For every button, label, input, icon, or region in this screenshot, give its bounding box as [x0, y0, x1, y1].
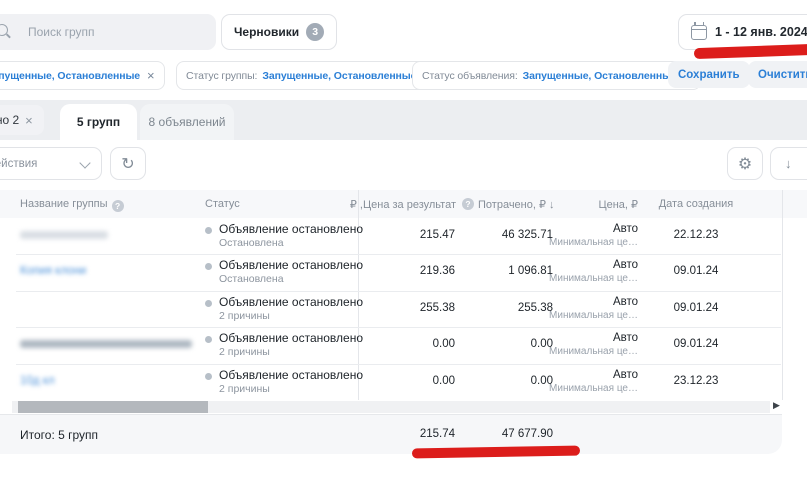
table-row[interactable]: Копия клони Объявление остановлено Остан… — [0, 254, 807, 290]
created-date: 09.01.24 — [650, 302, 742, 314]
filter-chip-campaign-status[interactable]: Запущенные, Остановленные × — [0, 61, 165, 90]
table-header: Название группы? Статус Цена за результа… — [0, 190, 807, 218]
filter-chip-label: Статус объявления: — [422, 70, 518, 82]
red-marker-totals-underline — [412, 446, 580, 459]
filter-chip-value: Запущенные, Остановленные — [262, 70, 416, 82]
totals-label: Итого: 5 групп — [20, 428, 98, 442]
download-icon: ↓ — [785, 156, 792, 171]
search-input[interactable] — [0, 14, 216, 50]
settings-button[interactable]: ⚙ — [727, 147, 763, 180]
table-row[interactable]: Объявление остановлено 2 причины 255.38 … — [0, 291, 807, 327]
cost-per-result-value: 0.00 — [360, 375, 455, 387]
price-value: Авто — [545, 223, 638, 235]
clear-filters-button[interactable]: Очистить — [748, 61, 807, 88]
close-icon[interactable]: × — [147, 69, 155, 82]
created-date: 23.12.23 — [650, 375, 742, 387]
price-value: Авто — [545, 369, 638, 381]
totals-cost-per-result: 215.74 — [360, 428, 455, 440]
filter-chip-label: Статус группы: — [186, 70, 257, 82]
status-text: Объявление остановлено — [219, 368, 363, 382]
created-date: 22.12.23 — [650, 229, 742, 241]
horizontal-scrollbar-thumb[interactable] — [18, 401, 208, 413]
redacted-group-name[interactable] — [20, 340, 192, 348]
ads-manager-screen: Черновики 3 1 - 12 янв. 2024 Запущенные,… — [0, 0, 807, 487]
totals-row: Итого: 5 групп 215.74 47 677.90 — [0, 414, 782, 454]
price-strategy: Минимальная це… — [535, 346, 638, 357]
status-sub-text: Остановлена — [219, 273, 284, 285]
col-header-status[interactable]: Статус — [205, 198, 240, 210]
created-date: 09.01.24 — [650, 338, 742, 350]
col-header-created[interactable]: Дата создания — [650, 198, 742, 210]
price-strategy: Минимальная це… — [535, 310, 638, 321]
scroll-right-icon[interactable]: ▶ — [773, 400, 780, 411]
filter-chip-group-status[interactable]: Статус группы: Запущенные, Остановленные… — [176, 61, 441, 90]
totals-spent: 47 677.90 — [460, 428, 553, 440]
help-icon: ? — [462, 198, 474, 210]
status-dot-icon — [205, 373, 212, 380]
status-dot-icon — [205, 263, 212, 270]
chevron-down-icon — [79, 157, 90, 168]
cost-per-result-value: 215.47 — [360, 229, 455, 241]
filter-chip-ad-status[interactable]: Статус объявления: Запущенные, Остановле… — [412, 61, 701, 90]
refresh-icon: ↻ — [121, 154, 134, 174]
tab-ads[interactable]: 8 объявлений — [140, 104, 234, 140]
selection-chip-label: Выбрано 2 — [0, 113, 19, 127]
sort-desc-icon: ↓ — [549, 199, 555, 211]
status-dot-icon — [205, 336, 212, 343]
group-name-link[interactable]: 10д кл — [20, 375, 55, 387]
close-icon[interactable]: × — [25, 113, 33, 128]
col-header-spent[interactable]: Потрачено, ₽ ↓ — [478, 198, 555, 211]
price-value: Авто — [545, 259, 638, 271]
help-icon: ? — [112, 200, 124, 212]
status-text: Объявление остановлено — [219, 295, 363, 309]
calendar-icon — [691, 25, 707, 40]
date-range-value: 1 - 12 янв. 2024 — [715, 25, 807, 39]
gear-icon: ⚙ — [738, 154, 752, 174]
table-row[interactable]: Объявление остановлено 2 причины 0.00 0.… — [0, 327, 807, 363]
selection-chip[interactable]: Выбрано 2 × — [0, 105, 44, 135]
status-sub-text: 2 причины — [219, 310, 270, 322]
price-strategy: Минимальная це… — [535, 273, 638, 284]
tab-groups[interactable]: 5 групп — [60, 104, 137, 140]
filter-chip-value: Запущенные, Остановленные — [523, 70, 677, 82]
cost-per-result-value: 0.00 — [360, 338, 455, 350]
price-value: Авто — [545, 332, 638, 344]
search-icon — [0, 24, 8, 36]
save-filters-button[interactable]: Сохранить — [668, 61, 750, 88]
status-dot-icon — [205, 300, 212, 307]
export-button[interactable]: ↓ — [770, 147, 807, 180]
status-text: Объявление остановлено — [219, 222, 363, 236]
filter-chip-value: Запущенные, Остановленные — [0, 70, 140, 82]
status-sub-text: 2 причины — [219, 383, 270, 395]
price-strategy: Минимальная це… — [535, 237, 638, 248]
status-text: Объявление остановлено — [219, 331, 363, 345]
drafts-label: Черновики — [234, 25, 299, 39]
table-row[interactable]: Объявление остановлено Остановлена 215.4… — [0, 218, 807, 254]
group-name-link[interactable]: Копия клони — [20, 265, 86, 277]
col-header-price[interactable]: Цена, ₽ — [555, 198, 638, 211]
price-strategy: Минимальная це… — [535, 383, 638, 394]
cost-per-result-value: 255.38 — [360, 302, 455, 314]
cost-per-result-value: 219.36 — [360, 265, 455, 277]
table-row[interactable]: 10д кл Объявление остановлено 2 причины … — [0, 364, 807, 400]
col-header-name[interactable]: Название группы? — [20, 198, 124, 212]
status-sub-text: 2 причины — [219, 346, 270, 358]
created-date: 09.01.24 — [650, 265, 742, 277]
status-text: Объявление остановлено — [219, 258, 363, 272]
refresh-button[interactable]: ↻ — [110, 147, 146, 180]
actions-label: Действия — [0, 158, 37, 170]
status-dot-icon — [205, 227, 212, 234]
redacted-group-name[interactable] — [20, 231, 108, 239]
price-value: Авто — [545, 296, 638, 308]
status-sub-text: Остановлена — [219, 237, 284, 249]
drafts-button[interactable]: Черновики 3 — [221, 14, 337, 50]
drafts-count-badge: 3 — [306, 23, 324, 41]
actions-dropdown[interactable]: Действия — [0, 147, 102, 180]
